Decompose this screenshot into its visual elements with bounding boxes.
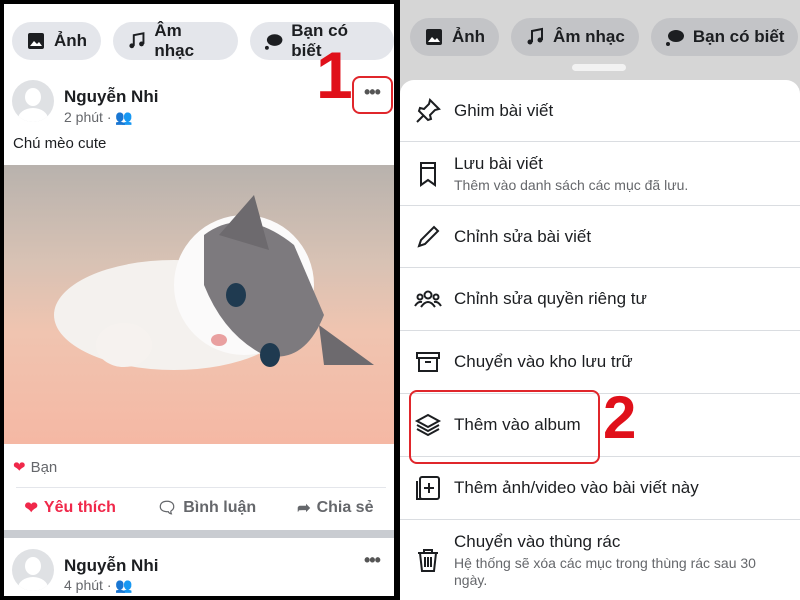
chip-label: Bạn có biết (692, 27, 785, 46)
music-icon (527, 27, 544, 45)
pin-icon (416, 97, 441, 123)
menu-item-title: Lưu bài viết (454, 153, 543, 173)
share-button[interactable]: ➦ Chia sẻ (297, 498, 373, 518)
options-panel: Ảnh Âm nhạc Bạn có biết Ghim bài viết Lưu… (400, 0, 800, 600)
photo-icon (28, 33, 44, 49)
chip-label: Ảnh (452, 27, 486, 46)
menu-item-text: Lưu bài viết Thêm vào danh sách các mục đ… (454, 154, 794, 194)
post-photo[interactable] (4, 165, 394, 444)
share-icon: ➦ (297, 500, 311, 517)
chip-label: Âm nhạc (553, 27, 625, 46)
speech-bubble-icon (665, 30, 684, 46)
reaction-text: Bạn (30, 458, 58, 476)
post-actions: ❤ Yêu thích 🗨 Bình luận ➦ Chia sẻ (4, 498, 394, 518)
post-caption: Chú mèo cute (13, 135, 107, 152)
menu-item-title: Chỉnh sửa quyền riêng tư (454, 289, 647, 308)
menu-item-title: Thêm ảnh/video vào bài viết này (454, 478, 699, 497)
post-author[interactable]: Nguyễn Nhi (64, 556, 158, 576)
chip-label: Âm nhạc (154, 21, 195, 60)
menu-item-text: Chuyển vào kho lưu trữ (454, 352, 633, 372)
menu-item-title: Chuyển vào kho lưu trữ (454, 352, 633, 371)
post-separator (4, 530, 394, 538)
like-label: Yêu thích (43, 499, 116, 516)
highlight-box (352, 76, 393, 114)
friends-icon: 👥 (115, 109, 133, 125)
avatar[interactable] (12, 80, 54, 122)
comment-button[interactable]: 🗨 Bình luận (157, 498, 256, 518)
post-author[interactable]: Nguyễn Nhi (64, 87, 158, 107)
post-time: 2 phút · 👥 (64, 109, 133, 126)
menu-item-title: Chuyển vào thùng rác (454, 531, 621, 551)
menu-item-title: Ghim bài viết (454, 100, 554, 120)
friends-icon: 👥 (115, 577, 133, 593)
pencil-icon (417, 225, 440, 248)
like-button[interactable]: ❤ Yêu thích (25, 498, 116, 518)
menu-item-text: Chuyển vào thùng rác Hệ thống sẽ xóa các … (454, 532, 784, 589)
menu-item-7[interactable]: Thêm ảnh/video vào bài viết này (400, 457, 800, 520)
people-icon (414, 290, 442, 308)
menu-item-1[interactable]: Ghim bài viết (400, 80, 800, 142)
step-number: 1 (316, 38, 353, 112)
heart-icon: ❤ (24, 500, 38, 517)
kitten-image (54, 195, 374, 370)
menu-item-subtitle: Hệ thống sẽ xóa các mục trong thùng rác … (454, 554, 756, 588)
sheet-drag-handle[interactable] (572, 64, 626, 71)
post-time: 4 phút · 👥 (64, 577, 133, 594)
menu-item-text: Thêm ảnh/video vào bài viết này (454, 478, 699, 498)
photo-icon (426, 29, 442, 45)
chip-music[interactable]: Âm nhạc (511, 18, 639, 56)
share-label: Chia sẻ (316, 499, 374, 516)
chip-music[interactable]: Âm nhạc (113, 21, 238, 60)
menu-item-subtitle: Thêm vào danh sách các mục đã lưu. (454, 176, 689, 193)
menu-item-text: Chỉnh sửa quyền riêng tư (454, 289, 647, 309)
chip-photo[interactable]: Ảnh (12, 22, 102, 60)
comment-label: Bình luận (183, 499, 257, 516)
menu-item-4[interactable]: Chỉnh sửa quyền riêng tư (400, 268, 800, 331)
archive-icon (416, 352, 440, 372)
composer-chips: Ảnh Âm nhạc Bạn có biết (410, 18, 799, 56)
menu-item-2[interactable]: Lưu bài viết Thêm vào danh sách các mục đ… (400, 142, 800, 206)
bookmark-icon (420, 161, 436, 187)
heart-icon: ❤ (13, 459, 26, 476)
speech-bubble-icon (264, 34, 283, 50)
menu-item-text: Chỉnh sửa bài viết (454, 227, 591, 247)
post-time-text: 4 phút · (64, 577, 112, 593)
highlight-box (409, 390, 600, 464)
chip-did-you-know[interactable]: Bạn có biết (650, 18, 799, 56)
comment-icon: 🗨 (156, 500, 178, 517)
menu-item-8[interactable]: Chuyển vào thùng rác Hệ thống sẽ xóa các … (400, 520, 800, 600)
chip-photo[interactable]: Ảnh (410, 18, 500, 56)
avatar[interactable] (12, 549, 54, 591)
divider (16, 487, 386, 488)
menu-item-3[interactable]: Chỉnh sửa bài viết (400, 206, 800, 268)
add-media-icon (416, 476, 440, 500)
more-options-button[interactable]: ••• (364, 550, 381, 571)
music-icon (129, 32, 145, 49)
menu-item-title: Chỉnh sửa bài viết (454, 226, 592, 246)
chip-label: Ảnh (54, 31, 88, 50)
feed-panel: Ảnh Âm nhạc Bạn có biết Nguyễn Nhi 2 phú… (4, 4, 394, 596)
reaction-summary[interactable]: ❤ Bạn (13, 458, 58, 477)
step-number: 2 (603, 384, 637, 451)
post-time-text: 2 phút · (64, 109, 112, 125)
menu-item-text: Ghim bài viết (454, 101, 553, 121)
trash-icon (418, 549, 438, 572)
menu-item-5[interactable]: Chuyển vào kho lưu trữ (400, 331, 800, 394)
